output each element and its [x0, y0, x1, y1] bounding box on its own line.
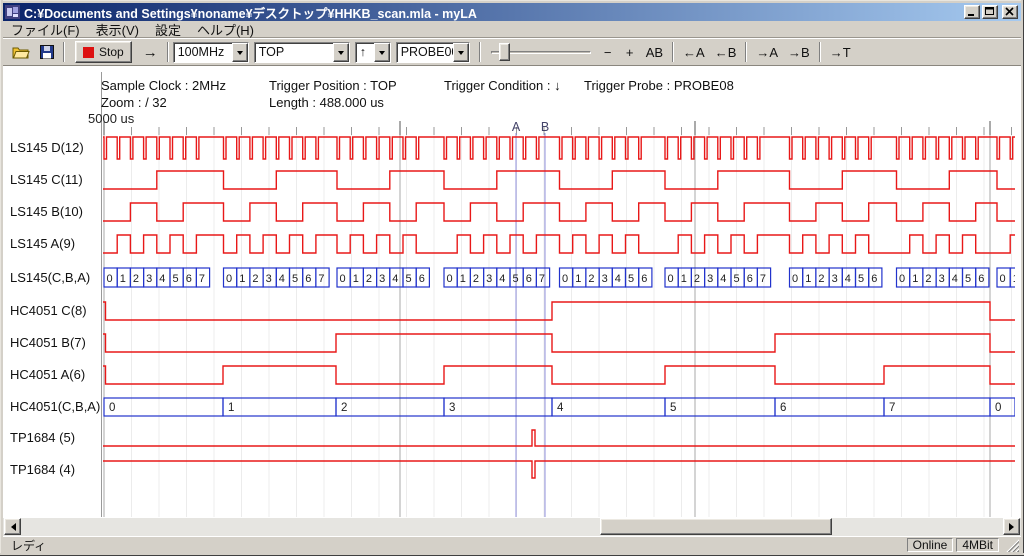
- status-message: レディ: [5, 537, 907, 554]
- open-folder-icon: [12, 45, 30, 59]
- trigger-probe-info: Trigger Probe : PROBE08: [584, 78, 734, 93]
- channel-label-ls145-cba: LS145(C,B,A): [10, 270, 90, 285]
- trigger-condition-info: Trigger Condition : ↓: [444, 78, 561, 93]
- dropdown-arrow-icon: [237, 51, 243, 58]
- toolbar-separator: [63, 42, 65, 62]
- cursor-button-group: −+AB ←A←B →A→B →T: [597, 41, 856, 63]
- set-cursor-a-button[interactable]: →A: [751, 41, 783, 63]
- sample-clock-dropdown-button[interactable]: [232, 43, 248, 62]
- statusbar: レディ Online 4MBit: [3, 536, 1021, 553]
- sample-clock-info: Sample Clock : 2MHz: [101, 78, 226, 93]
- stop-button[interactable]: Stop: [75, 41, 132, 63]
- menu-file[interactable]: ファイル(F): [3, 19, 88, 40]
- resize-grip[interactable]: [1006, 539, 1019, 552]
- time-scale-label: 5000 us: [88, 111, 134, 126]
- toolbar-separator: [167, 42, 169, 62]
- app-icon: [5, 5, 20, 19]
- channel-label-tp1684-4: TP1684 (4): [10, 462, 75, 477]
- channel-label-hc4051-b7: HC4051 B(7): [10, 335, 86, 350]
- minimize-button[interactable]: [964, 5, 980, 19]
- menu-settings[interactable]: 設定: [147, 19, 189, 40]
- channel-label-ls145-c11: LS145 C(11): [10, 172, 83, 187]
- trigger-edge-value: ↑: [356, 43, 374, 62]
- trigger-position-dropdown-button[interactable]: [333, 43, 349, 62]
- scroll-left-icon: [7, 523, 16, 531]
- jump-to-b-button[interactable]: ←B: [710, 41, 742, 63]
- menubar: ファイル(F)表示(V)設定ヘルプ(H): [3, 21, 1021, 38]
- channel-label-tp1684-5: TP1684 (5): [10, 430, 75, 445]
- scrollbar-thumb[interactable]: [600, 518, 832, 535]
- scroll-left-button[interactable]: [4, 518, 21, 535]
- channel-label-ls145-d12: LS145 D(12): [10, 140, 84, 155]
- scroll-right-icon: [1009, 523, 1018, 531]
- zoom-info: Zoom : / 32: [101, 95, 167, 110]
- trigger-position-combobox[interactable]: TOP: [254, 42, 350, 63]
- sample-clock-combobox[interactable]: 100MHz: [173, 42, 249, 63]
- open-file-button[interactable]: [7, 41, 35, 63]
- close-button[interactable]: [1002, 5, 1018, 19]
- close-icon: [1004, 6, 1016, 18]
- stop-label: Stop: [99, 45, 124, 59]
- jump-to-a-button[interactable]: ←A: [678, 41, 710, 63]
- trigger-edge-combobox[interactable]: ↑: [355, 42, 391, 63]
- zoom-out-button[interactable]: −: [597, 41, 619, 63]
- dropdown-arrow-icon: [338, 51, 344, 58]
- toolbar: Stop → 100MHz TOP ↑ PROBE00 −+AB ←A←B →A→B →T: [3, 38, 1021, 66]
- run-button[interactable]: →: [138, 41, 163, 63]
- menu-view[interactable]: 表示(V): [88, 19, 147, 40]
- scroll-right-button[interactable]: [1003, 518, 1020, 535]
- app-window: Sample Clock : 2MHz Trigger Position : T…: [0, 0, 1024, 556]
- channel-label-ls145-a9: LS145 A(9): [10, 236, 75, 251]
- length-info: Length : 488.000 us: [269, 95, 384, 110]
- dropdown-arrow-icon: [458, 51, 464, 58]
- trigger-position-value: TOP: [255, 43, 333, 62]
- save-button[interactable]: [35, 41, 59, 63]
- zoom-in-button[interactable]: +: [619, 41, 641, 63]
- save-floppy-icon: [40, 45, 54, 59]
- toolbar-separator: [672, 42, 674, 62]
- maximize-button[interactable]: [982, 5, 998, 19]
- maximize-icon: [984, 6, 996, 18]
- trigger-settings-group: 100MHz TOP ↑ PROBE00: [173, 42, 475, 63]
- menu-help[interactable]: ヘルプ(H): [189, 19, 262, 40]
- minimize-icon: [966, 6, 978, 18]
- toolbar-separator: [479, 42, 481, 62]
- zoom-slider-thumb[interactable]: [499, 43, 510, 61]
- set-cursor-b-button[interactable]: →B: [783, 41, 815, 63]
- channel-label-hc4051-a6: HC4051 A(6): [10, 367, 85, 382]
- online-status-badge: Online: [907, 538, 954, 552]
- stop-square-icon: [83, 47, 94, 58]
- channel-label-hc4051-cba: HC4051(C,B,A): [10, 399, 100, 414]
- jump-to-trigger-button[interactable]: →T: [825, 41, 856, 63]
- memory-size-badge: 4MBit: [956, 538, 999, 552]
- trigger-probe-value: PROBE00: [397, 43, 453, 62]
- trigger-probe-combobox[interactable]: PROBE00: [396, 42, 470, 63]
- waveform-client-area: [3, 66, 1021, 518]
- toolbar-separator: [745, 42, 747, 62]
- trigger-edge-dropdown-button[interactable]: [374, 43, 390, 62]
- sample-clock-value: 100MHz: [174, 43, 232, 62]
- horizontal-scrollbar[interactable]: [3, 518, 1021, 536]
- zoom-fit-ab-button[interactable]: AB: [641, 41, 668, 63]
- channel-label-ls145-b10: LS145 B(10): [10, 204, 83, 219]
- toolbar-separator: [819, 42, 821, 62]
- dropdown-arrow-icon: [379, 51, 385, 58]
- trigger-probe-dropdown-button[interactable]: [453, 43, 469, 62]
- channel-label-hc4051-c8: HC4051 C(8): [10, 303, 87, 318]
- zoom-slider[interactable]: [491, 41, 591, 63]
- trigger-position-info: Trigger Position : TOP: [269, 78, 397, 93]
